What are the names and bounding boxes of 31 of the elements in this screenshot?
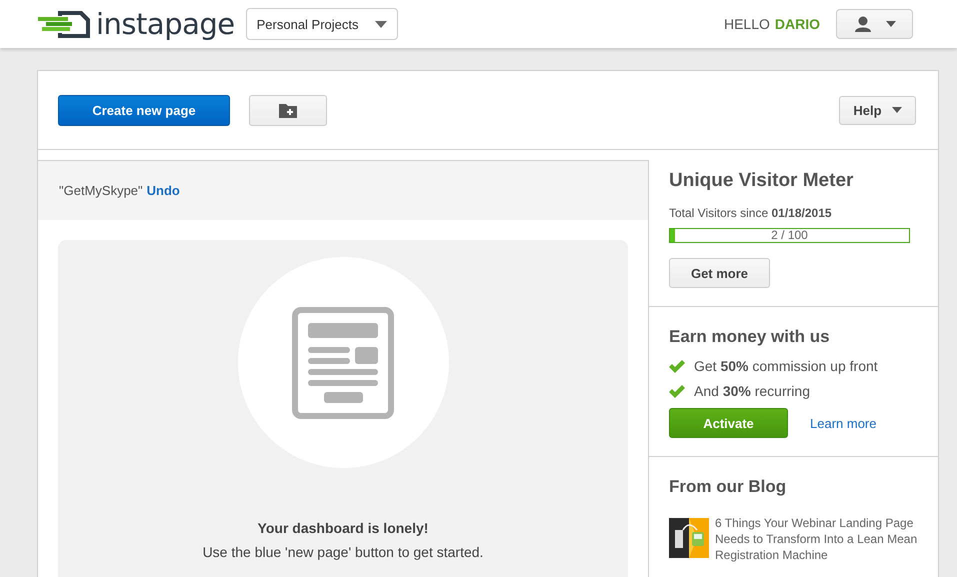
since-label: Total Visitors since xyxy=(669,206,768,220)
project-select[interactable]: Personal Projects xyxy=(246,8,398,40)
create-page-button[interactable]: Create new page xyxy=(58,94,230,126)
benefit-text: And 30% recurring xyxy=(694,383,810,399)
logo-text: instapage xyxy=(96,7,235,41)
user-menu-button[interactable] xyxy=(836,9,913,39)
benefit-text: Get 50% commission up front xyxy=(694,358,878,374)
learn-more-link[interactable]: Learn more xyxy=(810,416,876,430)
new-folder-button[interactable] xyxy=(249,94,327,126)
section-title: Earn money with us xyxy=(669,327,831,347)
caret-icon xyxy=(886,21,896,27)
meter-reading: 2 / 100 xyxy=(771,229,808,242)
notice-text: "GetMySkype" xyxy=(59,183,143,198)
check-icon xyxy=(669,384,685,398)
section-title: From our Blog xyxy=(669,477,788,497)
get-more-button[interactable]: Get more xyxy=(669,258,770,288)
empty-state-title: Your dashboard is lonely! xyxy=(258,520,428,536)
folder-add-icon xyxy=(279,102,297,118)
empty-state-message: Use the blue 'new page' button to get started. xyxy=(202,544,484,560)
check-icon xyxy=(669,360,685,372)
greeting: HELLO xyxy=(724,16,770,32)
activate-button[interactable]: Activate xyxy=(669,408,788,438)
blog-post-link[interactable]: 6 Things Your Webinar Landing Page Needs to Transform Into a Lean Mean Registration Machine xyxy=(715,515,918,563)
page-icon xyxy=(292,306,394,418)
since-date: 01/18/2015 xyxy=(772,206,832,220)
help-button[interactable]: Help xyxy=(839,96,916,124)
caret-icon xyxy=(892,107,902,113)
undo-link[interactable]: Undo xyxy=(146,183,180,198)
section-title: Unique Visitor Meter xyxy=(669,170,854,192)
user-icon xyxy=(854,16,872,32)
user-name: DARIO xyxy=(774,16,820,32)
